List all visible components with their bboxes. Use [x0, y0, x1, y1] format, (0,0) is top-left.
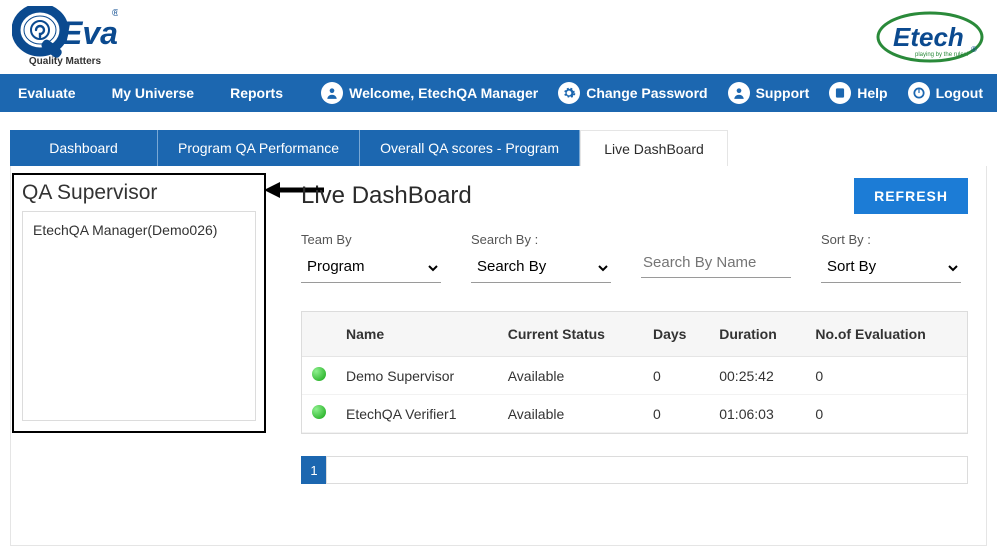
pagination-track — [326, 456, 968, 484]
team-by-select[interactable]: Program — [301, 253, 441, 283]
refresh-button[interactable]: REFRESH — [854, 178, 968, 214]
nav-help-text: Help — [857, 85, 887, 101]
tab-program-qa-performance[interactable]: Program QA Performance — [158, 130, 360, 166]
col-name: Name — [336, 312, 498, 357]
nav-change-password[interactable]: Change Password — [548, 82, 717, 104]
nav-reports[interactable]: Reports — [212, 74, 301, 112]
col-duration: Duration — [709, 312, 805, 357]
nav-my-universe[interactable]: My Universe — [94, 74, 212, 112]
svg-text:Etech: Etech — [893, 22, 964, 52]
status-dot-icon — [312, 367, 326, 381]
col-status — [302, 312, 336, 357]
tab-live-dashboard[interactable]: Live DashBoard — [580, 130, 728, 166]
live-dashboard-table: Name Current Status Days Duration No.of … — [302, 312, 967, 433]
cell-status: Available — [498, 395, 643, 433]
brand-logo-right: Etech playing by the rules! ® — [875, 8, 985, 69]
nav-logout[interactable]: Logout — [898, 82, 993, 104]
cell-duration: 00:25:42 — [709, 357, 805, 395]
nav-logout-text: Logout — [936, 85, 983, 101]
main-navbar: Evaluate My Universe Reports Welcome, Et… — [0, 74, 997, 112]
status-dot-icon — [312, 405, 326, 419]
table-row[interactable]: EtechQA Verifier1 Available 0 01:06:03 0 — [302, 395, 967, 433]
tab-bar: Dashboard Program QA Performance Overall… — [10, 130, 987, 166]
cell-name: EtechQA Verifier1 — [336, 395, 498, 433]
search-by-select[interactable]: Search By — [471, 253, 611, 283]
nav-support[interactable]: Support — [718, 82, 820, 104]
team-by-label: Team By — [301, 232, 441, 247]
cell-days: 0 — [643, 357, 709, 395]
svg-text:®: ® — [971, 45, 977, 54]
cell-evals: 0 — [805, 357, 967, 395]
search-by-name-input[interactable] — [641, 250, 791, 278]
col-current-status: Current Status — [498, 312, 643, 357]
svg-text:Eval: Eval — [61, 15, 118, 51]
tab-overall-qa-scores-program[interactable]: Overall QA scores - Program — [360, 130, 580, 166]
help-icon — [829, 82, 851, 104]
logout-icon — [908, 82, 930, 104]
tab-panel: Live DashBoard REFRESH Team By Program S… — [10, 166, 987, 546]
svg-text:playing by the rules!: playing by the rules! — [915, 52, 969, 58]
nav-change-password-text: Change Password — [586, 85, 707, 101]
page-title: Live DashBoard — [301, 182, 472, 210]
cell-duration: 01:06:03 — [709, 395, 805, 433]
page-1-button[interactable]: 1 — [301, 456, 327, 484]
cell-status: Available — [498, 357, 643, 395]
nav-welcome[interactable]: Welcome, EtechQA Manager — [311, 82, 548, 104]
brand-logo-left: Eval ® Quality Matters — [12, 6, 118, 67]
cell-days: 0 — [643, 395, 709, 433]
sort-by-select[interactable]: Sort By — [821, 253, 961, 283]
nav-help[interactable]: Help — [819, 82, 897, 104]
tab-dashboard[interactable]: Dashboard — [10, 130, 158, 166]
user-icon — [321, 82, 343, 104]
cell-name: Demo Supervisor — [336, 357, 498, 395]
support-icon — [728, 82, 750, 104]
nav-evaluate[interactable]: Evaluate — [0, 74, 94, 112]
col-days: Days — [643, 312, 709, 357]
nav-welcome-text: Welcome, EtechQA Manager — [349, 85, 538, 101]
pagination: 1 — [301, 456, 968, 484]
svg-text:®: ® — [112, 8, 118, 19]
cell-evals: 0 — [805, 395, 967, 433]
sort-by-label: Sort By : — [821, 232, 961, 247]
table-row[interactable]: Demo Supervisor Available 0 00:25:42 0 — [302, 357, 967, 395]
brand-tagline-left: Quality Matters — [12, 56, 118, 67]
nav-support-text: Support — [756, 85, 810, 101]
search-by-label: Search By : — [471, 232, 611, 247]
col-evaluations: No.of Evaluation — [805, 312, 967, 357]
gear-icon — [558, 82, 580, 104]
